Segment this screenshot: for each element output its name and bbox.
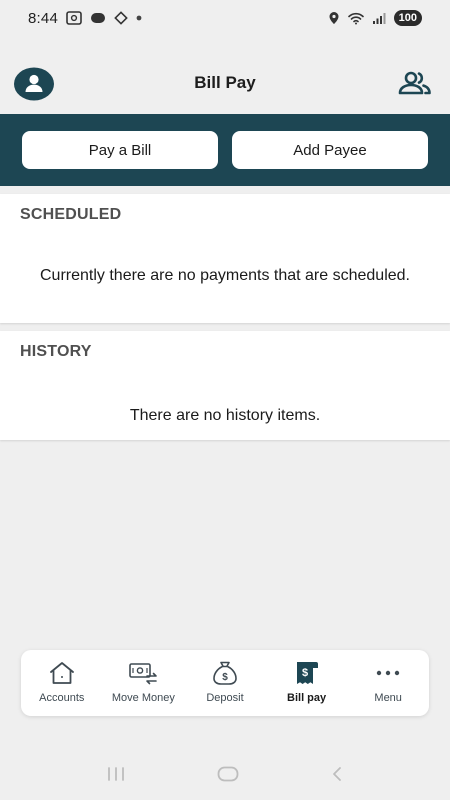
more-dots-icon — [374, 660, 402, 686]
status-bar: 8:44 100 — [0, 0, 450, 36]
profile-avatar-icon — [14, 67, 54, 101]
nav-item-move-money[interactable]: Move Money — [103, 650, 185, 716]
dot-icon — [136, 15, 142, 21]
nav-item-bill-pay[interactable]: $ Bill pay — [266, 650, 348, 716]
location-icon — [328, 11, 340, 25]
scheduled-heading: SCHEDULED — [20, 206, 122, 223]
nav-label-deposit: Deposit — [206, 692, 244, 704]
status-left: 8:44 — [28, 10, 142, 27]
history-empty-message: There are no history items. — [129, 407, 321, 424]
recent-apps-button[interactable] — [105, 765, 127, 788]
system-nav-bar — [0, 752, 450, 800]
notification-pill-icon — [90, 12, 106, 24]
bill-icon: $ — [293, 660, 321, 686]
bill-pay-screen: 8:44 100 Bill Pay Pay a Bill Add Payee S… — [0, 0, 450, 800]
svg-text:$: $ — [302, 667, 308, 679]
people-icon — [398, 71, 431, 95]
bottom-nav: Accounts Move Money $ Deposit $ Bill pay… — [21, 650, 429, 716]
money-bag-icon: $ — [211, 660, 239, 686]
status-time: 8:44 — [28, 9, 58, 27]
house-icon — [48, 660, 76, 686]
profile-button[interactable] — [14, 67, 54, 101]
battery-indicator: 100 — [393, 10, 422, 26]
app-header: Bill Pay — [0, 56, 450, 112]
signal-icon — [372, 12, 386, 25]
manage-payees-button[interactable] — [396, 68, 434, 98]
home-icon — [217, 766, 239, 781]
recent-apps-icon — [107, 766, 124, 781]
page-title: Bill Pay — [194, 72, 256, 92]
nav-label-menu: Menu — [374, 692, 402, 704]
back-button[interactable] — [329, 765, 345, 788]
nav-item-accounts[interactable]: Accounts — [21, 650, 103, 716]
app-diamond-icon — [114, 11, 128, 25]
scheduled-empty-message: Currently there are no payments that are… — [40, 267, 410, 284]
transfer-icon — [128, 660, 158, 686]
nav-item-deposit[interactable]: $ Deposit — [184, 650, 266, 716]
action-band: Pay a Bill Add Payee — [0, 114, 450, 186]
back-icon — [333, 766, 342, 781]
svg-text:$: $ — [222, 672, 228, 683]
nav-label-accounts: Accounts — [39, 692, 85, 704]
nav-item-menu[interactable]: Menu — [347, 650, 429, 716]
add-payee-button[interactable]: Add Payee — [232, 131, 428, 169]
wifi-icon — [347, 12, 364, 25]
scheduled-section: SCHEDULED Currently there are no payment… — [0, 194, 450, 323]
nav-label-bill-pay: Bill pay — [287, 692, 327, 704]
history-section: HISTORY There are no history items. — [0, 331, 450, 440]
nav-label-move-money: Move Money — [111, 692, 175, 704]
status-right: 100 — [328, 10, 422, 26]
pay-bill-button[interactable]: Pay a Bill — [22, 131, 218, 169]
home-button[interactable] — [216, 765, 240, 788]
history-heading: HISTORY — [20, 343, 92, 360]
screenshot-icon — [66, 11, 82, 25]
